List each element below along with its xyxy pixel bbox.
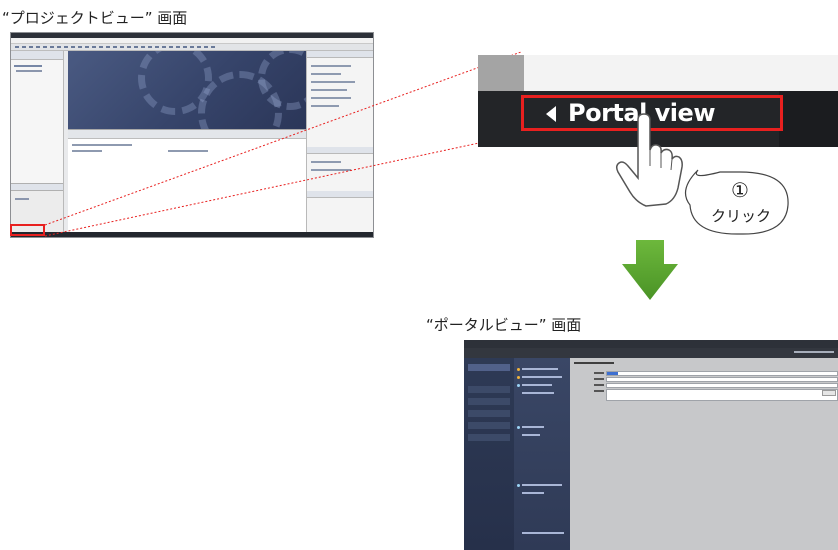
portal-view-screenshot [464,340,838,550]
down-arrow-icon [622,240,678,300]
caption-portal-view: “ポータルビュー” 画面 [426,316,582,334]
po-portal-nav [464,358,514,550]
callout-click-text: クリック [710,207,771,225]
po-main-content [570,358,838,550]
left-triangle-icon [546,106,556,122]
callout-step-number: ① [731,178,749,202]
po-action-list [514,358,570,550]
